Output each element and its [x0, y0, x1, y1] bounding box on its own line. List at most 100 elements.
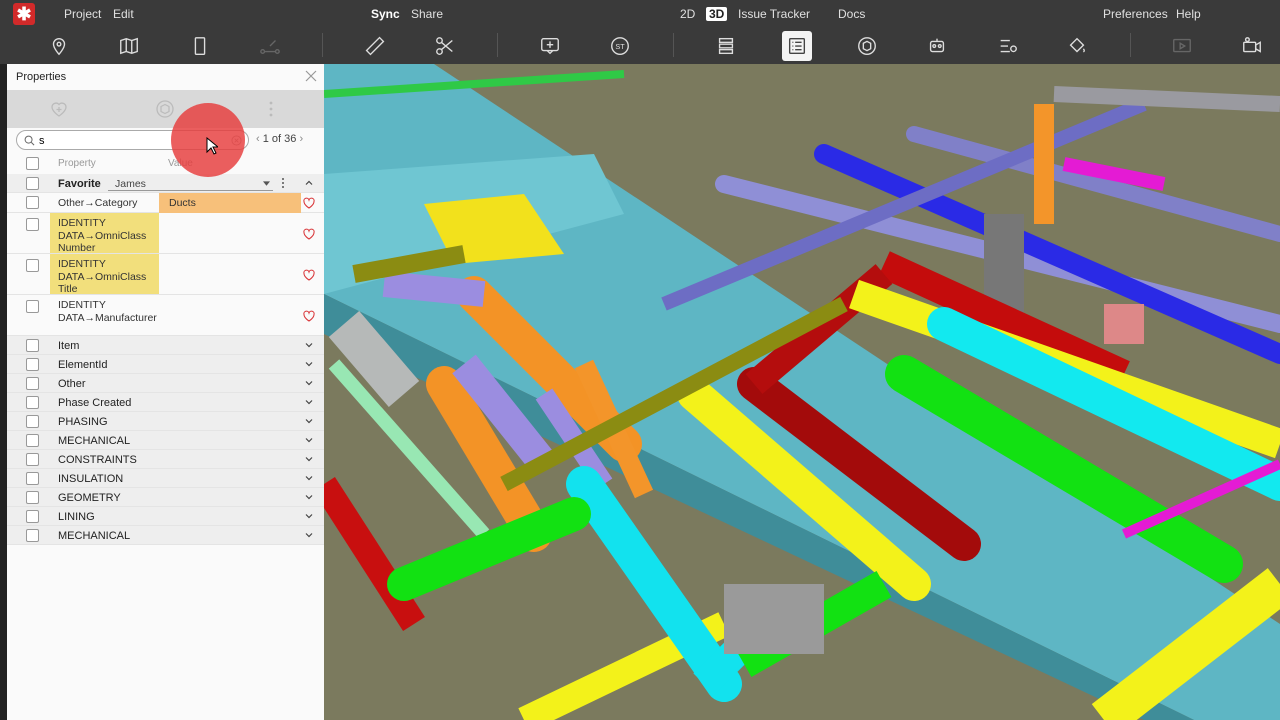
prev-result-icon[interactable]: ‹ — [256, 133, 260, 145]
chevron-down-icon[interactable] — [305, 531, 313, 539]
favorite-heart-icon[interactable] — [49, 99, 69, 119]
table-header: Property Value — [7, 154, 324, 174]
phone-device-icon[interactable] — [185, 31, 215, 61]
mode-2d-button[interactable]: 2D — [680, 7, 695, 21]
row-checkbox[interactable] — [26, 529, 39, 542]
menu-project[interactable]: Project — [64, 7, 101, 21]
group-label: PHASING — [58, 416, 108, 428]
properties-list-icon[interactable] — [782, 31, 812, 61]
more-vertical-icon[interactable] — [261, 99, 281, 119]
video-play-icon[interactable] — [1167, 31, 1197, 61]
favorite-group-row[interactable]: Favorite James — [7, 174, 324, 193]
row-checkbox[interactable] — [26, 396, 39, 409]
group-row-lining[interactable]: LINING — [7, 507, 324, 526]
menu-issue-tracker[interactable]: Issue Tracker — [738, 7, 810, 21]
row-checkbox[interactable] — [26, 434, 39, 447]
menu-docs[interactable]: Docs — [838, 7, 865, 21]
group-label: CONSTRAINTS — [58, 454, 137, 466]
row-checkbox[interactable] — [26, 218, 39, 231]
chevron-down-icon[interactable] — [305, 493, 313, 501]
chevron-down-icon[interactable] — [305, 512, 313, 520]
row-checkbox[interactable] — [26, 510, 39, 523]
chevron-down-icon[interactable] — [305, 398, 313, 406]
camera-record-icon[interactable] — [1237, 31, 1267, 61]
dropdown-caret-icon — [263, 181, 270, 186]
group-row-mechanical[interactable]: MECHANICAL — [7, 431, 324, 450]
property-row[interactable]: IDENTITY DATA→OmniClass Number — [7, 213, 324, 254]
paint-bucket-icon[interactable] — [1062, 31, 1092, 61]
group-row-other[interactable]: Other — [7, 374, 324, 393]
cube-select-icon[interactable] — [155, 99, 175, 119]
app-logo-icon[interactable]: ✱ — [13, 3, 35, 25]
add-comment-icon[interactable] — [535, 31, 565, 61]
toolbar-separator — [1130, 33, 1131, 57]
result-counter: 1 of 36 — [262, 133, 297, 145]
row-checkbox[interactable] — [26, 377, 39, 390]
property-row[interactable]: IDENTITY DATA→Manufacturer — [7, 295, 324, 336]
scissors-cut-icon[interactable] — [430, 31, 460, 61]
row-checkbox[interactable] — [26, 491, 39, 504]
timeline-list-icon[interactable] — [993, 31, 1023, 61]
row-checkbox[interactable] — [26, 339, 39, 352]
properties-panel: Properties ‹ 1 of 36 › Property Value Fa… — [7, 64, 324, 720]
mode-3d-button[interactable]: 3D — [706, 7, 728, 21]
chevron-down-icon[interactable] — [305, 417, 313, 425]
toolbar-separator — [322, 33, 323, 57]
location-pin-icon[interactable] — [44, 31, 74, 61]
menu-share[interactable]: Share — [411, 7, 443, 21]
chevron-down-icon[interactable] — [305, 379, 313, 387]
robot-icon[interactable] — [922, 31, 952, 61]
search-icon — [24, 135, 35, 146]
select-all-checkbox[interactable] — [26, 157, 39, 170]
heart-icon[interactable] — [303, 310, 315, 322]
more-vertical-icon[interactable] — [280, 177, 286, 189]
chevron-up-icon[interactable] — [305, 179, 313, 187]
chevron-down-icon[interactable] — [305, 360, 313, 368]
favorite-user-value: James — [115, 178, 146, 190]
st-tool-icon[interactable]: ST — [605, 31, 635, 61]
heart-icon[interactable] — [303, 197, 315, 209]
group-row-insulation[interactable]: INSULATION — [7, 469, 324, 488]
ruler-measure-icon[interactable] — [360, 31, 390, 61]
map-location-icon[interactable] — [114, 31, 144, 61]
group-row-constraints[interactable]: CONSTRAINTS — [7, 450, 324, 469]
menu-preferences[interactable]: Preferences — [1103, 7, 1168, 21]
property-row[interactable]: IDENTITY DATA→OmniClass Title — [7, 254, 324, 295]
close-icon[interactable] — [304, 69, 318, 83]
top-menu-bar: ✱ Project Edit Sync Share 2D 3D Issue Tr… — [0, 0, 1280, 27]
group-row-phasing[interactable]: PHASING — [7, 412, 324, 431]
group-row-elementid[interactable]: ElementId — [7, 355, 324, 374]
search-row: ‹ 1 of 36 › — [16, 130, 316, 150]
menu-edit[interactable]: Edit — [113, 7, 134, 21]
row-checkbox[interactable] — [26, 453, 39, 466]
property-row[interactable]: Other→Category Ducts — [7, 193, 324, 213]
layers-stack-icon[interactable] — [711, 31, 741, 61]
row-checkbox[interactable] — [26, 358, 39, 371]
row-checkbox[interactable] — [26, 177, 39, 190]
chevron-down-icon[interactable] — [305, 455, 313, 463]
menu-sync[interactable]: Sync — [371, 7, 400, 21]
row-checkbox[interactable] — [26, 196, 39, 209]
3d-cube-icon[interactable] — [852, 31, 882, 61]
group-row-mechanical-2[interactable]: MECHANICAL — [7, 526, 324, 545]
row-checkbox[interactable] — [26, 300, 39, 313]
group-row-phase-created[interactable]: Phase Created — [7, 393, 324, 412]
next-result-icon[interactable]: › — [299, 133, 303, 145]
group-row-geometry[interactable]: GEOMETRY — [7, 488, 324, 507]
chevron-down-icon[interactable] — [305, 474, 313, 482]
menu-help[interactable]: Help — [1176, 7, 1201, 21]
heart-icon[interactable] — [303, 228, 315, 240]
path-nodes-icon[interactable] — [255, 31, 285, 61]
chevron-down-icon[interactable] — [305, 436, 313, 444]
group-label: Phase Created — [58, 397, 132, 409]
chevron-down-icon[interactable] — [305, 341, 313, 349]
svg-text:ST: ST — [615, 42, 625, 51]
row-checkbox[interactable] — [26, 415, 39, 428]
group-row-item[interactable]: Item — [7, 336, 324, 355]
3d-model-viewport[interactable] — [324, 64, 1280, 720]
favorite-user-select[interactable]: James — [108, 178, 273, 191]
row-checkbox[interactable] — [26, 472, 39, 485]
row-checkbox[interactable] — [26, 259, 39, 272]
panel-action-bar — [7, 90, 324, 128]
heart-icon[interactable] — [303, 269, 315, 281]
